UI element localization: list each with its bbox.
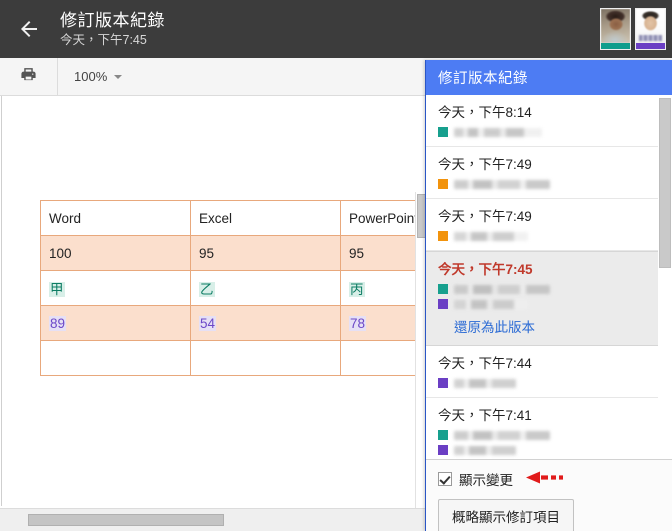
author-color-swatch [438,231,448,241]
table-cell: 54 [190,305,341,341]
author-color-swatch [438,430,448,440]
zoom-level-value: 100% [74,69,108,84]
table-cell: 89 [40,305,191,341]
author-name-redacted [454,430,550,440]
table-row: Word Excel PowerPoint [40,200,429,236]
print-button[interactable] [0,58,58,95]
scrollbar-thumb[interactable] [659,98,671,268]
revision-item[interactable]: 今天，下午7:49 [426,147,672,199]
author-name-redacted [454,445,516,455]
table-row: 100 95 95 [40,235,429,271]
red-left-arrow-annotation-icon [524,471,576,484]
author-color-swatch [438,127,448,137]
document-viewport: Word Excel PowerPoint 100 95 95 甲 乙 丙 89… [0,96,430,531]
author-name-redacted [454,231,528,241]
revision-date: 今天，下午7:44 [438,356,532,371]
inserted-text: 丙 [349,282,365,297]
panel-vertical-scrollbar[interactable] [658,95,672,483]
avatar-color-bar [601,43,630,49]
inserted-text: 甲 [49,282,65,297]
table-row: 甲 乙 丙 [40,270,429,306]
page-title: 修訂版本紀錄 [60,11,165,30]
table-cell [190,340,341,376]
header-title-block: 修訂版本紀錄 今天，下午7:45 [58,10,600,48]
revision-date: 今天，下午7:45 [438,262,533,277]
avatar-photo [601,9,630,43]
page-subtitle: 今天，下午7:45 [60,33,147,47]
panel-title: 修訂版本紀錄 [426,60,672,95]
zoom-level-dropdown[interactable]: 100% [58,58,134,95]
revision-list[interactable]: 今天，下午8:14 今天，下午7:49 今天，下午7:49 今天，下午7:45 … [426,95,672,483]
author-color-swatch [438,299,448,309]
author-color-swatch [438,179,448,189]
author-color-swatch [438,445,448,455]
table-cell: 乙 [190,270,341,306]
table-row: 89 54 78 [40,305,429,341]
author-name-redacted [454,179,550,189]
revision-item[interactable]: 今天，下午7:44 [426,346,672,398]
revision-author [438,430,661,440]
scrollbar-thumb[interactable] [28,514,224,526]
show-changes-checkbox[interactable] [438,472,452,486]
back-arrow-icon [17,17,41,41]
revision-item[interactable]: 今天，下午7:49 [426,199,672,251]
table-cell: 95 [190,235,341,271]
revision-history-panel: 修訂版本紀錄 今天，下午8:14 今天，下午7:49 今天，下午7:49 今天，… [425,60,672,531]
author-name-redacted [454,284,550,294]
revision-author [438,378,661,388]
inserted-text: 乙 [199,282,215,297]
inserted-text: 54 [199,315,217,331]
avatar[interactable] [635,8,666,50]
author-color-swatch [438,378,448,388]
avatar-color-bar [636,43,665,49]
table-cell: Excel [190,200,341,236]
orange-table: Word Excel PowerPoint 100 95 95 甲 乙 丙 89… [40,200,429,376]
avatar-photo [636,9,665,43]
collaborator-avatars [600,8,672,50]
print-icon [20,66,37,88]
revision-author [438,179,661,189]
revision-item[interactable]: 今天，下午7:41 [426,398,672,465]
show-changes-row[interactable]: 顯示變更 [438,469,661,489]
revision-author [438,231,661,241]
table-cell: 甲 [40,270,191,306]
revision-author [438,445,661,455]
inserted-text: 78 [349,315,367,331]
table-cell: Word [40,200,191,236]
document-page: Word Excel PowerPoint 100 95 95 甲 乙 丙 89… [1,96,429,531]
show-detailed-revisions-button[interactable]: 概略顯示修訂項目 [438,499,574,531]
show-changes-label: 顯示變更 [459,473,513,488]
revision-date: 今天，下午7:49 [438,209,532,224]
author-name-redacted [454,299,528,309]
table-cell: 100 [40,235,191,271]
revision-history-screen: 修訂版本紀錄 今天，下午7:45 100% Word Excel PowerPo… [0,0,672,531]
revision-author [438,284,661,294]
author-name-redacted [454,378,516,388]
revision-date: 今天，下午7:49 [438,157,532,172]
inserted-text: 89 [49,315,67,331]
back-button[interactable] [0,0,58,58]
author-name-redacted [454,127,542,137]
app-header: 修訂版本紀錄 今天，下午7:45 [0,0,672,58]
avatar[interactable] [600,8,631,50]
chevron-down-icon [114,74,123,79]
revision-item[interactable]: 今天，下午8:14 [426,95,672,147]
author-color-swatch [438,284,448,294]
document-horizontal-scrollbar[interactable] [0,508,429,531]
revision-date: 今天，下午7:41 [438,408,532,423]
restore-this-version-link[interactable]: 還原為此版本 [454,316,661,336]
revision-date: 今天，下午8:14 [438,105,532,120]
revision-item-selected[interactable]: 今天，下午7:45 還原為此版本 [426,251,672,346]
revision-author [438,127,661,137]
table-cell [40,340,191,376]
panel-footer: 顯示變更 概略顯示修訂項目 [426,459,672,531]
table-row [40,340,429,376]
revision-author [438,299,661,309]
